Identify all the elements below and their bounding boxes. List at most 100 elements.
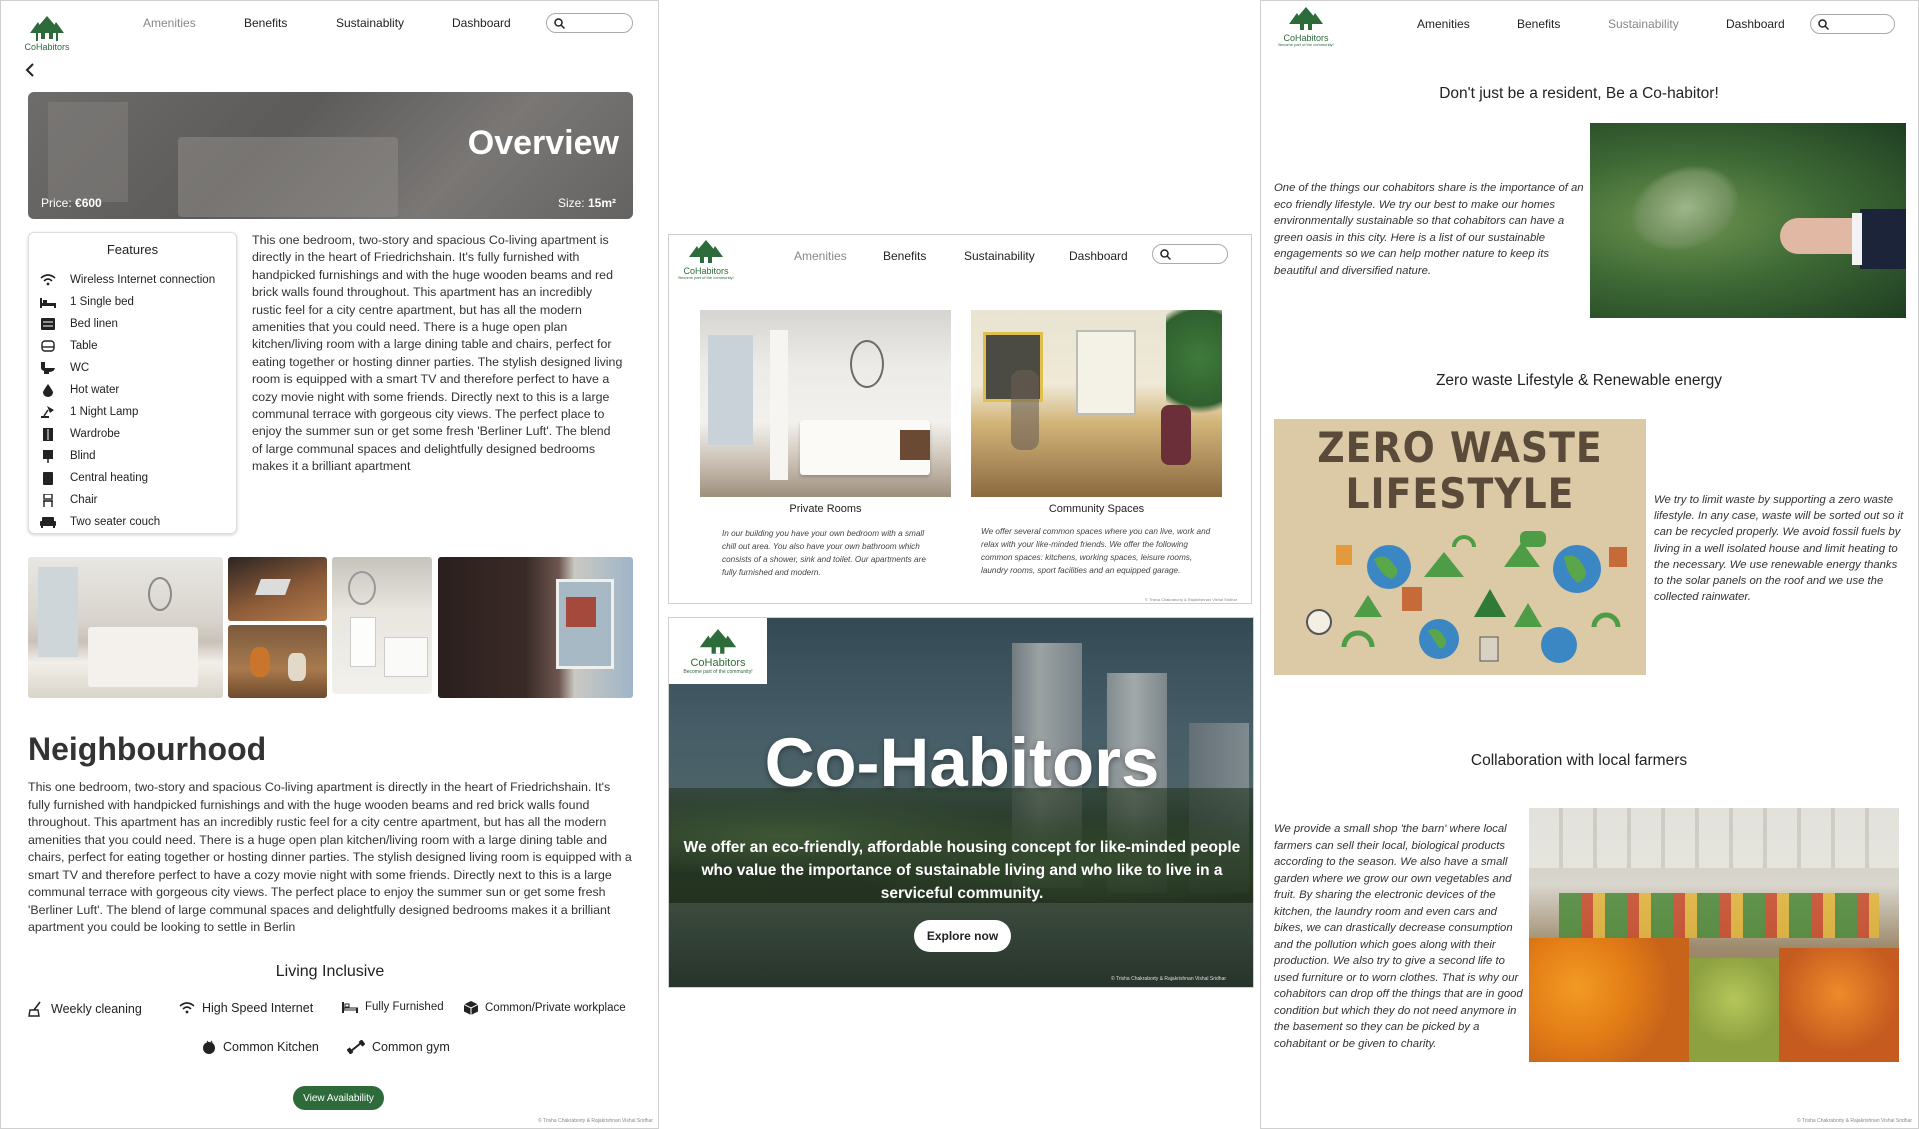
- search-input[interactable]: [1152, 244, 1228, 264]
- amenity-item: Fully Furnished: [342, 1001, 444, 1013]
- nav-amenities[interactable]: Amenities: [1417, 17, 1470, 31]
- zero-waste-heading: Zero waste Lifestyle & Renewable energy: [1435, 372, 1723, 389]
- feature-item: Hot water: [40, 379, 119, 401]
- private-rooms-text: In our building you have your own bedroo…: [722, 529, 926, 577]
- recycling-illustration-icon: [1306, 531, 1627, 663]
- kitchen-icon: [202, 1040, 216, 1054]
- explore-now-button[interactable]: Explore now: [914, 920, 1011, 952]
- neighbourhood-text: This one bedroom, two-story and spacious…: [28, 780, 632, 934]
- tree-house-logo-icon: [689, 240, 723, 263]
- nav-amenities[interactable]: Amenities: [143, 16, 196, 30]
- nav-sustainability[interactable]: Sustainability: [1608, 17, 1679, 31]
- size-value: 15m²: [587, 196, 616, 210]
- brand-logo[interactable]: CoHabitors Become part of the community!: [1273, 6, 1339, 48]
- amenity-item: High Speed Internet: [179, 1001, 313, 1015]
- blind-icon: [40, 449, 56, 463]
- gallery-photo-bathroom[interactable]: [332, 557, 432, 694]
- gallery-photo-plant[interactable]: [228, 625, 327, 698]
- zero-waste-text: We try to limit waste by supporting a ze…: [1654, 494, 1904, 604]
- features-panel: Features Wireless Internet connection 1 …: [28, 232, 237, 534]
- nav-dashboard[interactable]: Dashboard: [452, 16, 511, 30]
- amenity-item: Common gym: [347, 1040, 450, 1054]
- water-drop-icon: [40, 383, 56, 397]
- eco-lifestyle-text: One of the things our cohabitors share i…: [1274, 182, 1584, 277]
- gallery-photo-window[interactable]: [438, 557, 633, 698]
- search-icon: [1818, 19, 1829, 30]
- gallery-photo-desk[interactable]: [228, 557, 327, 621]
- bed-icon: [342, 1001, 358, 1013]
- features-title: Features: [106, 242, 159, 257]
- bed-icon: [40, 296, 56, 308]
- nav-benefits[interactable]: Benefits: [883, 249, 926, 263]
- living-inclusive-title: Living Inclusive: [275, 963, 385, 980]
- copyright: © Trisha Chakraborty & Rajakrishnan Vish…: [1111, 976, 1227, 982]
- hands-nature-photo: [1590, 123, 1906, 318]
- amenity-item: Common Kitchen: [202, 1040, 319, 1054]
- copyright: © Trisha Chakraborty & Rajakrishnan Vish…: [538, 1118, 654, 1124]
- feature-item: Chair: [40, 489, 97, 511]
- box-icon: [464, 1001, 478, 1015]
- size-label: Size:: [557, 196, 585, 210]
- tree-house-logo-icon: [699, 628, 737, 654]
- sustainability-page: CoHabitors Become part of the community!…: [1260, 0, 1919, 1129]
- apartment-description: This one bedroom, two-story and spacious…: [252, 233, 623, 474]
- feature-item: Bed linen: [40, 313, 118, 335]
- nav-sustainability[interactable]: Sustainablity: [336, 16, 404, 30]
- resident-heading: Don't just be a resident, Be a Co-habito…: [1439, 85, 1719, 102]
- farmers-market-photo: [1529, 808, 1899, 1062]
- private-rooms-title: Private Rooms: [789, 503, 862, 515]
- private-room-photo[interactable]: [700, 310, 951, 497]
- brand-name: CoHabitors: [690, 656, 746, 669]
- nav-sustainability[interactable]: Sustainability: [964, 249, 1035, 263]
- community-spaces-title: Community Spaces: [1048, 503, 1145, 515]
- amenity-item: Weekly cleaning: [28, 1001, 142, 1017]
- dumbbell-icon: [347, 1040, 365, 1054]
- feature-item: 1 Single bed: [40, 291, 134, 313]
- overview-hero: Overview Price: €600 Size: 15m²: [28, 92, 633, 219]
- lamp-icon: [40, 405, 56, 418]
- wifi-icon: [40, 274, 56, 286]
- hero-subtitle: We offer an eco-friendly, affordable hou…: [683, 839, 1241, 902]
- search-input[interactable]: [546, 13, 633, 33]
- tree-house-logo-icon: [30, 16, 64, 41]
- farmers-text: We provide a small shop 'the barn' where…: [1274, 823, 1523, 1050]
- farmers-heading: Collaboration with local farmers: [1470, 752, 1688, 769]
- cleaning-icon: [28, 1001, 44, 1017]
- nav-benefits[interactable]: Benefits: [244, 16, 287, 30]
- wifi-icon: [179, 1002, 195, 1014]
- amenity-item: Common/Private workplace: [464, 1001, 626, 1015]
- brand-logo[interactable]: CoHabitors Become part of the community!: [669, 618, 767, 684]
- back-arrow-icon[interactable]: [25, 63, 35, 77]
- copyright: © Trisha Chakraborty & Rajakrishnan Vish…: [1797, 1118, 1913, 1124]
- brand-tagline: Become part of the community!: [1278, 42, 1334, 47]
- nav-amenities[interactable]: Amenities: [794, 249, 847, 263]
- search-input[interactable]: [1810, 14, 1895, 34]
- brand-name: CoHabitors: [24, 42, 70, 52]
- brand-logo[interactable]: CoHabitors: [23, 15, 71, 52]
- brand-tagline: Become part of the community!: [678, 275, 734, 280]
- feature-item: Two seater couch: [40, 511, 160, 533]
- overview-page: CoHabitors Amenities Benefits Sustainabl…: [0, 0, 659, 1129]
- neighbourhood-title: Neighbourhood: [28, 731, 267, 767]
- brand-tagline: Become part of the community!: [683, 668, 753, 675]
- nav-dashboard[interactable]: Dashboard: [1069, 249, 1128, 263]
- couch-icon: [40, 516, 56, 528]
- poster-line2: LIFESTYLE: [1345, 469, 1575, 518]
- search-icon: [554, 18, 565, 29]
- chair-icon: [40, 493, 56, 507]
- feature-item: 1 Night Lamp: [40, 401, 138, 423]
- price: Price: €600: [41, 196, 102, 210]
- nav-dashboard[interactable]: Dashboard: [1726, 17, 1785, 31]
- community-space-photo[interactable]: [971, 310, 1222, 497]
- size: Size: 15m²: [558, 196, 616, 210]
- nav-benefits[interactable]: Benefits: [1517, 17, 1560, 31]
- gallery-photo-bedroom[interactable]: [28, 557, 223, 698]
- brand-logo[interactable]: CoHabitors Become part of the community!: [677, 239, 735, 281]
- feature-item: Wardrobe: [40, 423, 120, 445]
- feature-item: Central heating: [40, 467, 148, 489]
- poster-line1: ZERO WASTE: [1317, 423, 1603, 472]
- view-availability-button[interactable]: View Availability: [293, 1086, 384, 1110]
- price-value: €600: [75, 196, 102, 210]
- heater-icon: [40, 471, 56, 485]
- rooms-page: CoHabitors Become part of the community!…: [668, 234, 1252, 604]
